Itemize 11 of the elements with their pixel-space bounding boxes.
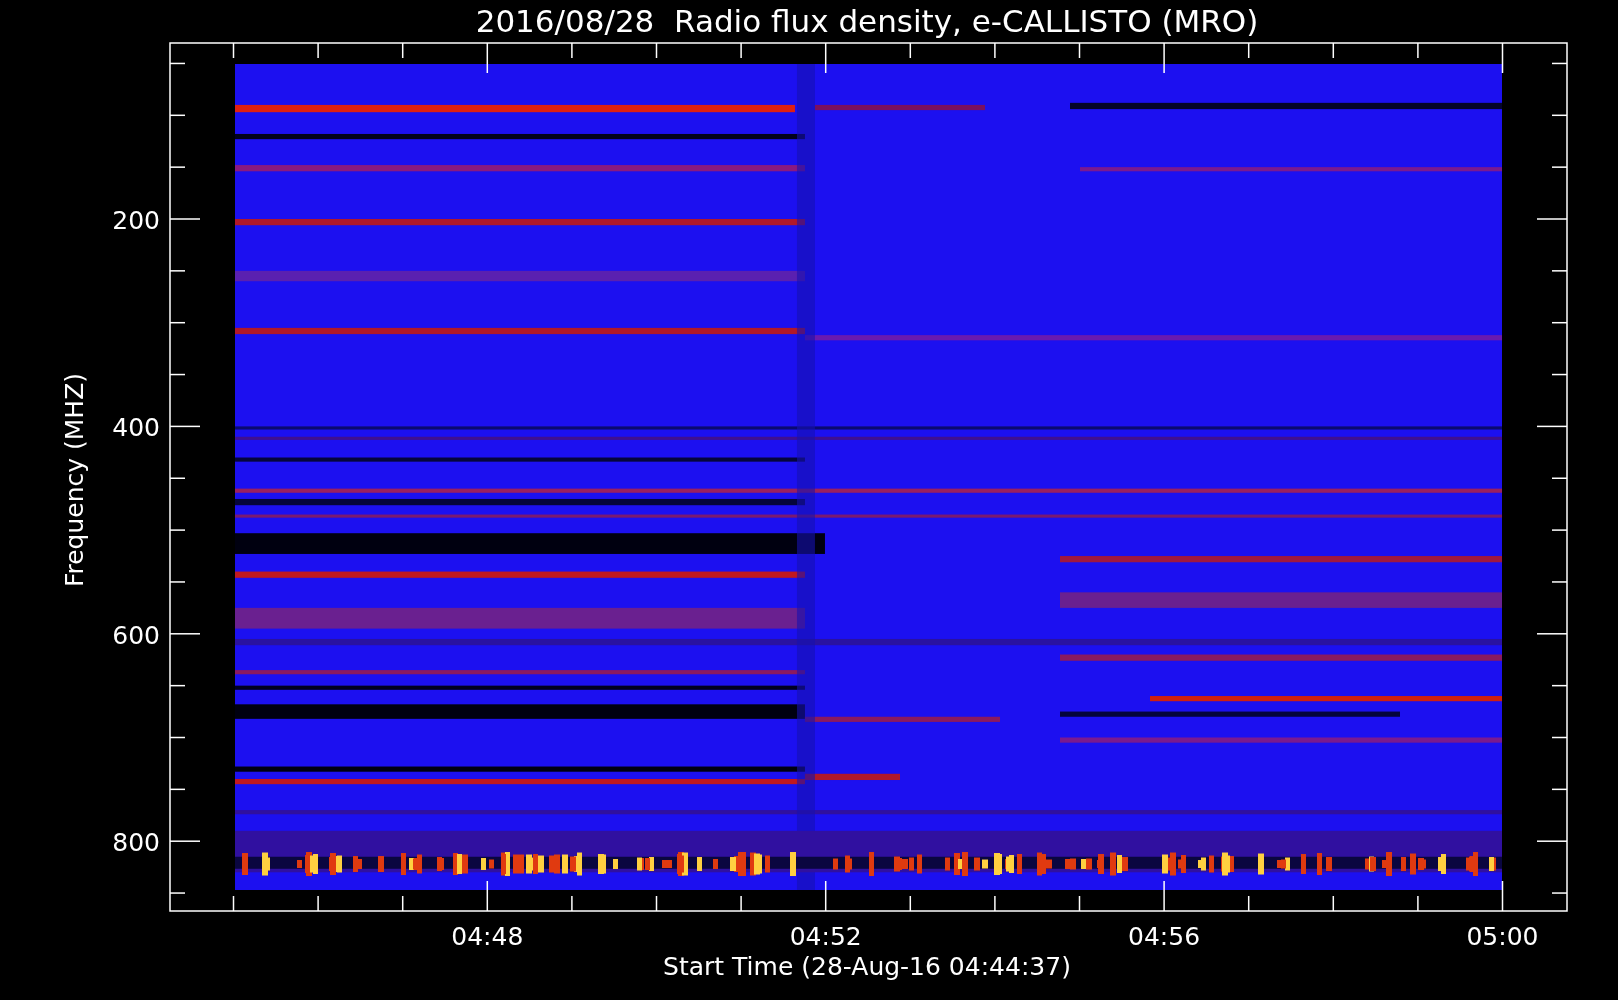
tick-label: 04:52 <box>789 922 862 951</box>
tick-label: 04:48 <box>451 922 524 951</box>
axis-title: Start Time (28-Aug-16 04:44:37) <box>663 952 1071 981</box>
tick-label: 400 <box>112 413 160 443</box>
axis-title: Frequency (MHZ) <box>60 372 89 588</box>
tick-label: 200 <box>112 206 160 235</box>
tick-label: 600 <box>112 620 160 650</box>
tick-label: 05:00 <box>1466 922 1539 951</box>
chart-title: 2016/08/28 Radio flux density, e-CALLISTO (MRO) <box>475 3 1259 39</box>
tick-label: 800 <box>112 828 160 858</box>
tick-label: 04:56 <box>1128 922 1201 951</box>
